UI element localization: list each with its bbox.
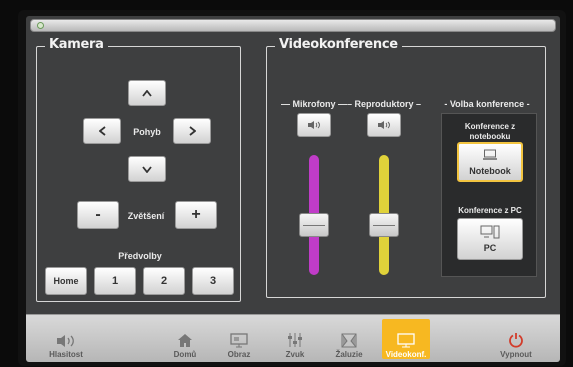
camera-down-button[interactable] — [128, 156, 166, 182]
chevron-down-icon — [142, 165, 152, 173]
preset-3-button[interactable]: 3 — [192, 267, 234, 295]
speaker-icon — [378, 121, 390, 129]
bottom-navigation-bar: Hlasitost Domů Obraz Zvuk Žaluzie Videok… — [26, 314, 560, 362]
notebook-conference-button[interactable]: Notebook — [457, 142, 523, 182]
zoom-out-button[interactable]: - — [77, 201, 119, 229]
desktop-pc-icon — [480, 225, 500, 239]
speaker-mute-button[interactable] — [367, 113, 401, 137]
conference-choice-label: - Volba konference - — [444, 99, 530, 109]
mic-level-slider[interactable] — [299, 212, 329, 237]
nav-blinds-label: Žaluzie — [335, 350, 363, 359]
nav-sound[interactable]: Zvuk — [272, 319, 318, 359]
preset-2-button[interactable]: 2 — [143, 267, 185, 295]
nav-home-label: Domů — [173, 350, 197, 359]
camera-up-button[interactable] — [128, 80, 166, 106]
chevron-left-icon — [98, 126, 106, 136]
move-label: Pohyb — [133, 127, 161, 137]
conference-choice-label-text: Volba konference — [449, 99, 525, 109]
presets-label: Předvolby — [118, 251, 162, 261]
nav-home[interactable]: Domů — [160, 319, 210, 359]
projector-icon — [397, 333, 415, 348]
speakers-label-text: Reproduktory — [354, 99, 414, 109]
chevron-right-icon — [188, 126, 196, 136]
zoom-in-button[interactable]: + — [175, 201, 217, 229]
preset-home-button[interactable]: Home — [45, 267, 87, 295]
power-icon — [509, 333, 523, 348]
speakers-label: – Reproduktory – — [347, 99, 422, 109]
speaker-icon — [308, 121, 320, 129]
camera-title: Kamera — [45, 37, 108, 52]
camera-right-button[interactable] — [173, 118, 211, 144]
pc-conference-button[interactable]: PC — [457, 218, 523, 260]
nav-picture[interactable]: Obraz — [214, 319, 264, 359]
notebook-button-label: Notebook — [469, 165, 511, 176]
volume-icon — [57, 335, 74, 347]
nav-videoconference[interactable]: Videokonf. — [382, 319, 430, 359]
speaker-level-slider[interactable] — [369, 212, 399, 237]
pc-button-label: PC — [483, 243, 497, 253]
nav-sound-label: Zvuk — [285, 350, 305, 359]
nav-videoconference-label: Videokonf. — [385, 350, 427, 359]
touch-panel-screen: Kamera Pohyb - Zvětšení + Předvolby Home… — [26, 16, 560, 362]
chevron-up-icon — [142, 89, 152, 97]
nav-volume[interactable]: Hlasitost — [34, 319, 98, 359]
notebook-conference-caption: Konference z notebooku — [464, 122, 516, 141]
nav-picture-label: Obraz — [227, 350, 251, 359]
nav-blinds[interactable]: Žaluzie — [326, 319, 372, 359]
nav-power-label: Vypnout — [500, 350, 532, 359]
conference-choice-panel: Konference z notebooku Notebook Konferen… — [441, 113, 537, 277]
status-indicator-icon — [37, 22, 44, 29]
blinds-icon — [341, 333, 357, 348]
top-status-bar — [30, 19, 556, 32]
camera-group: Kamera Pohyb - Zvětšení + Předvolby Home… — [36, 37, 241, 302]
nav-volume-label: Hlasitost — [49, 350, 83, 359]
videoconference-group: Videokonference — Mikrofony — – Reproduk… — [266, 37, 546, 298]
microphones-label: — Mikrofony — — [281, 99, 348, 109]
zoom-label: Zvětšení — [127, 211, 165, 221]
microphones-label-text: Mikrofony — [292, 99, 336, 109]
camera-left-button[interactable] — [83, 118, 121, 144]
sliders-icon — [288, 333, 302, 347]
preset-1-button[interactable]: 1 — [94, 267, 136, 295]
mic-mute-button[interactable] — [297, 113, 331, 137]
nav-power[interactable]: Vypnout — [488, 319, 544, 359]
monitor-icon — [230, 333, 248, 348]
laptop-icon — [483, 149, 497, 160]
pc-conference-caption: Konference z PC — [458, 206, 522, 215]
home-icon — [178, 334, 192, 347]
videoconference-title: Videokonference — [275, 37, 402, 52]
